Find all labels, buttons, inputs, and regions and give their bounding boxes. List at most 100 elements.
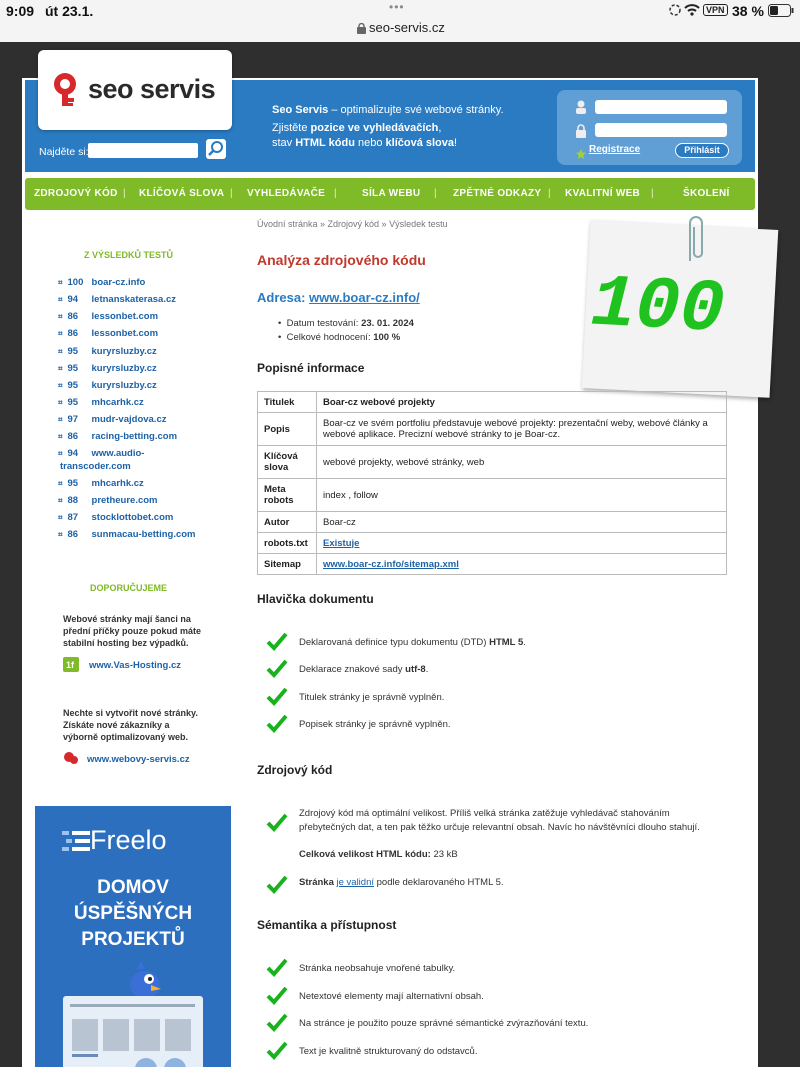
result-item[interactable]: ⌗ 87 stocklottobet.com: [58, 512, 173, 523]
table-row: robots.txt Existuje: [257, 532, 727, 554]
search-button[interactable]: [206, 139, 226, 159]
table-key: robots.txt: [257, 532, 317, 554]
result-item[interactable]: ⌗ 86 lessonbet.com: [58, 328, 158, 339]
check-item: Netextové elementy mají alternativní obs…: [299, 991, 484, 1002]
result-item[interactable]: ⌗ 86 racing-betting.com: [58, 431, 177, 442]
breadcrumb: Úvodní stránka » Zdrojový kód » Výsledek…: [257, 219, 448, 229]
table-key: Klíčová slova: [257, 445, 317, 479]
table-link[interactable]: Existuje: [323, 538, 359, 549]
url-bar[interactable]: seo-servis.cz: [369, 20, 445, 35]
rec2-text: Nechte si vytvořit nové stránky. Získáte …: [63, 708, 198, 742]
tagline-line-1: Seo Servis – optimalizujte své webové st…: [272, 104, 504, 116]
nav-web-strength[interactable]: SÍLA WEBU: [362, 188, 420, 199]
login-box: Registrace Přihlásit: [557, 90, 742, 165]
hosting-icon: 1f: [63, 657, 79, 672]
table-row: Meta robots index , follow: [257, 478, 727, 512]
check-icon: [266, 812, 288, 832]
table-key: Popis: [257, 412, 317, 446]
table-row: Titulek Boar-cz webové projekty: [257, 391, 727, 413]
info-table: Titulek Boar-cz webové projekty Popis Boar-…: [257, 391, 727, 575]
table-value: Boar-cz ve svém portfoliu představuje we…: [316, 412, 727, 446]
nav-training[interactable]: ŠKOLENÍ: [683, 188, 730, 199]
logo[interactable]: seo servis: [38, 50, 232, 130]
overall-rating: • Celkové hodnocení: 100 %: [278, 332, 401, 343]
results-wrap[interactable]: transcoder.com: [60, 461, 131, 472]
nav-quality-web[interactable]: KVALITNÍ WEB: [565, 188, 640, 199]
desc-title: Popisné informace: [257, 361, 365, 375]
nav-keywords[interactable]: KLÍČOVÁ SLOVA: [139, 188, 224, 199]
table-row: Klíčová slova webové projekty, webové str…: [257, 445, 727, 479]
webservis-link[interactable]: www.webovy-servis.cz: [87, 754, 190, 765]
sem-title: Sémantika a přístupnost: [257, 918, 397, 932]
date: út 23.1.: [45, 3, 94, 19]
hash-icon: ⌗: [58, 398, 63, 407]
result-item[interactable]: ⌗ 95 kuryrsluzby.cz: [58, 363, 157, 374]
result-item[interactable]: ⌗ 95 mhcarhk.cz: [58, 478, 144, 489]
lock-icon: [575, 124, 587, 138]
table-key: Meta robots: [257, 478, 317, 512]
sync-icon: [668, 3, 682, 17]
result-item[interactable]: ⌗ 95 kuryrsluzby.cz: [58, 380, 157, 391]
hash-icon: ⌗: [58, 432, 63, 441]
check-icon: [266, 874, 288, 894]
address-link[interactable]: www.boar-cz.info/: [309, 290, 420, 305]
check-icon: [266, 957, 288, 977]
freelo-ad[interactable]: Freelo DOMOV ÚSPĚŠNÝCH PROJEKTŮ: [35, 806, 231, 1067]
nav-search-engines[interactable]: VYHLEDÁVAČE: [247, 188, 325, 199]
table-key: Autor: [257, 511, 317, 533]
hosting-link[interactable]: www.Vas-Hosting.cz: [89, 660, 181, 671]
table-link[interactable]: www.boar-cz.info/sitemap.xml: [323, 559, 459, 570]
wifi-icon: [684, 3, 700, 16]
vpn-badge: VPN: [703, 4, 728, 16]
status-bar: 9:09 út 23.1. ••• seo-servis.cz VPN 38 %: [0, 0, 800, 42]
search-label: Najděte si:: [39, 146, 89, 158]
hash-icon: ⌗: [58, 415, 63, 424]
freelo-brand: Freelo: [90, 825, 167, 855]
username-field[interactable]: [595, 100, 727, 114]
hash-icon: ⌗: [58, 364, 63, 373]
search-input[interactable]: [88, 143, 198, 158]
rec1-text: Webové stránky mají šanci na přední příčk…: [63, 614, 202, 648]
result-item[interactable]: ⌗ 94 www.audio-: [58, 448, 144, 459]
hash-icon: ⌗: [58, 513, 63, 522]
result-item[interactable]: ⌗ 100 boar-cz.info: [58, 277, 145, 288]
search-icon: [208, 141, 223, 156]
check-icon: [266, 686, 288, 706]
tagline-line-2: Zjistěte pozice ve vyhledávačích,: [272, 122, 442, 134]
check-item: Deklarovaná definice typu dokumentu (DTD…: [299, 637, 526, 648]
password-field[interactable]: [595, 123, 727, 137]
table-row: Popis Boar-cz ve svém portfoliu představu…: [257, 412, 727, 446]
validator-link[interactable]: je validní: [337, 877, 375, 888]
star-icon: [576, 146, 586, 159]
tab-dots[interactable]: •••: [389, 0, 405, 14]
hash-icon: ⌗: [58, 496, 63, 505]
register-link[interactable]: Registrace: [589, 144, 640, 155]
score-card: 100: [581, 220, 779, 398]
src-paragraph-2: přebytečných dat, a ten pak těžko určuje…: [299, 822, 700, 833]
table-key: Titulek: [257, 391, 317, 413]
result-item[interactable]: ⌗ 95 kuryrsluzby.cz: [58, 346, 157, 357]
lock-icon: [357, 21, 366, 34]
logo-icon: [52, 70, 84, 110]
table-value: Boar-cz: [316, 511, 727, 533]
login-button[interactable]: Přihlásit: [675, 143, 729, 158]
hash-icon: ⌗: [58, 329, 63, 338]
bird-mascot-icon: [127, 959, 163, 1001]
result-item[interactable]: ⌗ 97 mudr-vajdova.cz: [58, 414, 166, 425]
tagline-line-3: stav HTML kódu nebo klíčová slova!: [272, 137, 458, 149]
address: Adresa: www.boar-cz.info/: [257, 290, 420, 305]
nav-backlinks[interactable]: ZPĚTNÉ ODKAZY: [453, 188, 541, 199]
result-item[interactable]: ⌗ 88 pretheure.com: [58, 495, 158, 506]
result-item[interactable]: ⌗ 95 mhcarhk.cz: [58, 397, 144, 408]
result-item[interactable]: ⌗ 86 sunmacau-betting.com: [58, 529, 196, 540]
check-item: Na stránce je použito pouze správné séma…: [299, 1018, 589, 1029]
page-title: Analýza zdrojového kódu: [257, 252, 426, 268]
battery-percent: 38 %: [732, 3, 764, 19]
result-item[interactable]: ⌗ 94 letnanskaterasa.cz: [58, 294, 176, 305]
nav-source-code[interactable]: ZDROJOVÝ KÓD: [34, 188, 118, 199]
check-icon: [266, 631, 288, 651]
result-item[interactable]: ⌗ 86 lessonbet.com: [58, 311, 158, 322]
check-item: Titulek stránky je správně vyplněn.: [299, 692, 445, 703]
src-valid: Stránka je validní podle deklarovaného H…: [299, 877, 504, 888]
hash-icon: ⌗: [58, 479, 63, 488]
